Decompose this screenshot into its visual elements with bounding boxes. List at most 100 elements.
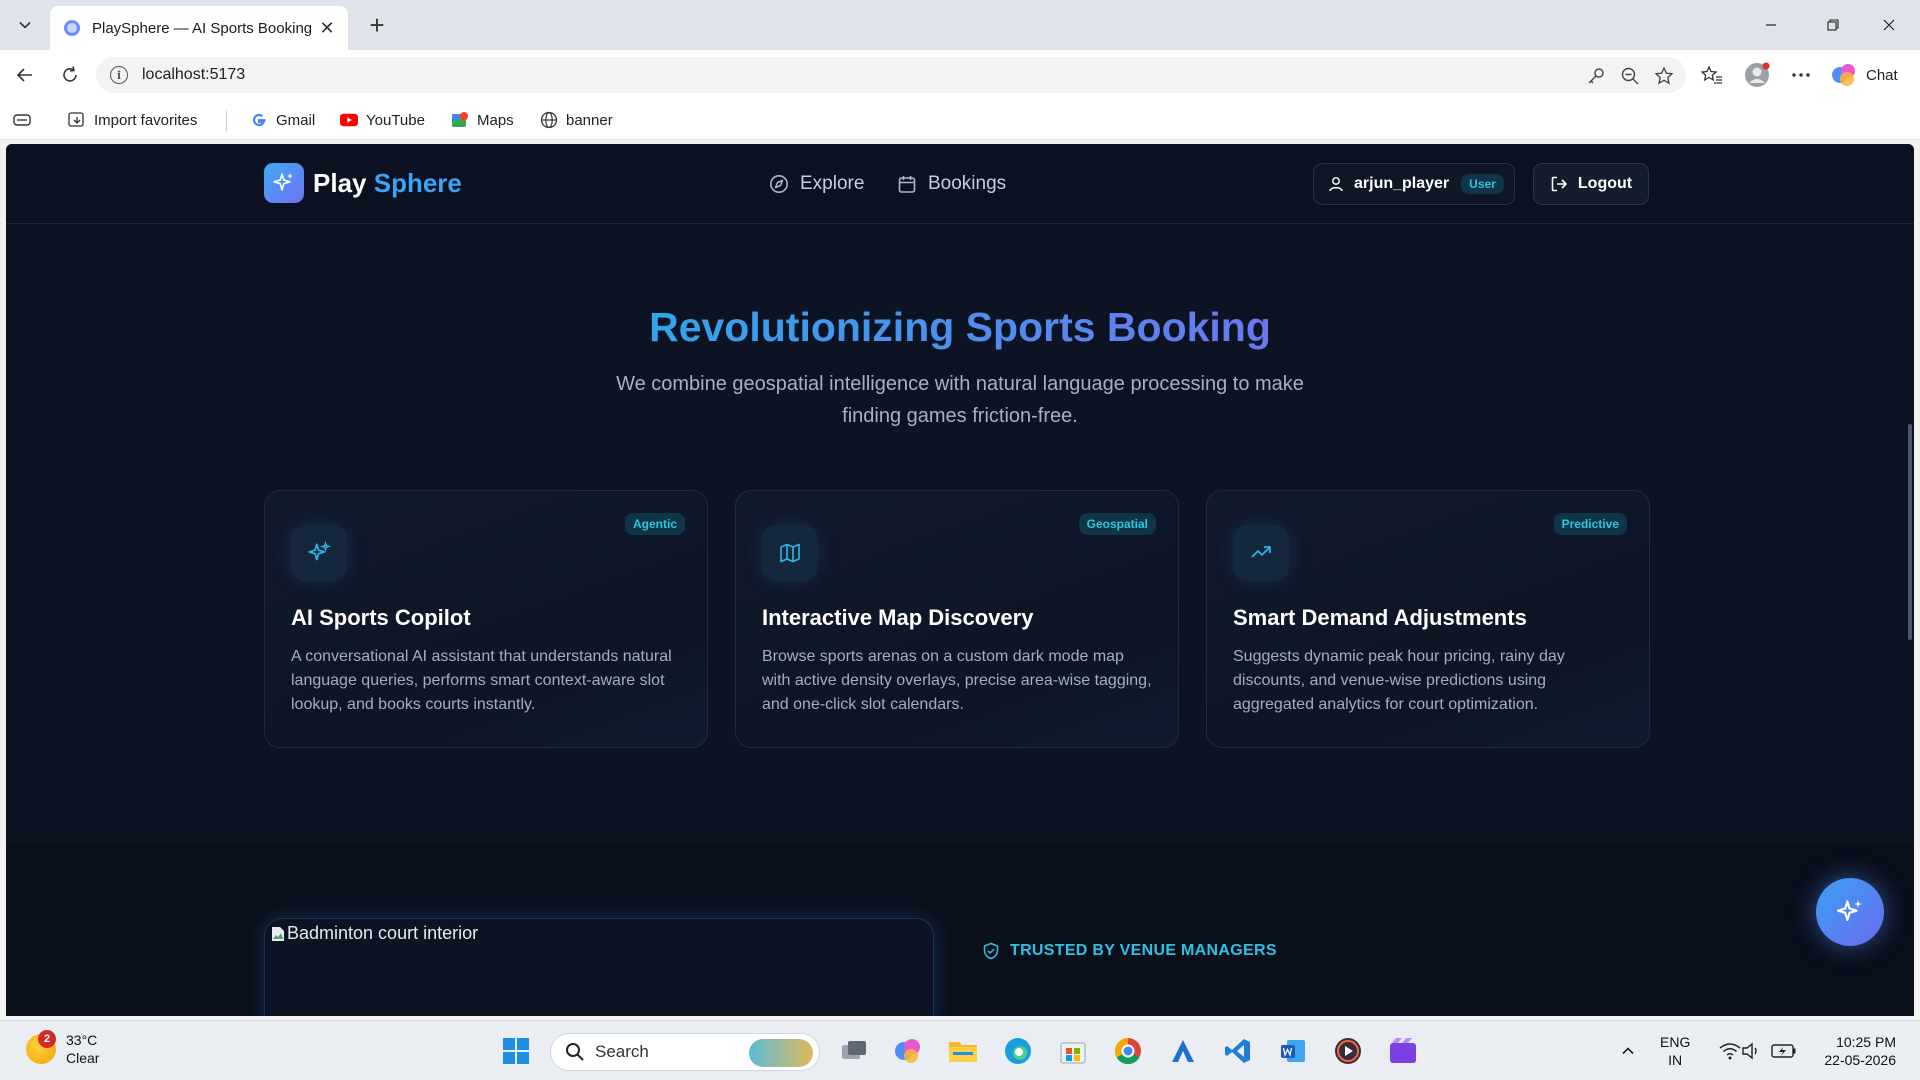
username: arjun_player: [1354, 175, 1450, 192]
bookmark-banner[interactable]: banner: [540, 109, 613, 131]
back-button[interactable]: [10, 60, 40, 90]
media-player-button[interactable]: [1330, 1033, 1366, 1069]
browser-tab-active[interactable]: PlaySphere — AI Sports Booking ✕: [50, 6, 348, 50]
profile-button[interactable]: [1742, 60, 1772, 90]
word-button[interactable]: [1275, 1033, 1311, 1069]
chrome-button[interactable]: [1110, 1033, 1146, 1069]
bookmark-apps-button[interactable]: [12, 109, 32, 131]
notification-badge: 2: [38, 1030, 56, 1048]
arch-app-button[interactable]: [1165, 1033, 1201, 1069]
tab-actions-icon: [13, 114, 31, 126]
tab-actions-menu-button[interactable]: [10, 10, 40, 40]
bookmark-label: YouTube: [366, 111, 425, 129]
url-text[interactable]: localhost:5173: [142, 66, 245, 84]
favorites-button[interactable]: [1697, 60, 1727, 90]
weather-text: 33°C Clear: [66, 1031, 99, 1067]
vscode-icon: [1225, 1039, 1250, 1063]
word-icon: [1281, 1040, 1305, 1062]
volume-status[interactable]: [1734, 1033, 1770, 1069]
new-tab-button[interactable]: +: [362, 10, 392, 40]
bookmark-youtube[interactable]: YouTube: [340, 109, 425, 131]
bookmarks-bar: Import favorites Gmail YouTube Maps bann…: [0, 100, 1920, 140]
play-circle-icon: [1335, 1038, 1361, 1064]
copilot-chat-button[interactable]: Chat: [1830, 58, 1898, 92]
bookmark-gmail[interactable]: Gmail: [250, 109, 315, 131]
copilot-app-button[interactable]: [890, 1033, 926, 1069]
card-badge: Predictive: [1553, 513, 1627, 535]
card-badge: Geospatial: [1078, 513, 1156, 535]
page-scrollbar[interactable]: [1908, 424, 1912, 640]
folder-icon: [949, 1042, 977, 1062]
task-view-icon: [842, 1041, 866, 1059]
search-placeholder: Search: [595, 1042, 649, 1061]
edge-icon: [1005, 1038, 1031, 1064]
battery-status[interactable]: [1766, 1033, 1802, 1069]
nav-bookings-label: Bookings: [928, 173, 1007, 194]
start-button[interactable]: [498, 1033, 534, 1069]
file-explorer-button[interactable]: [945, 1033, 981, 1069]
show-hidden-icons-button[interactable]: [1610, 1033, 1646, 1069]
card-description: Suggests dynamic peak hour pricing, rain…: [1233, 648, 1565, 713]
tab-close-button[interactable]: ✕: [316, 17, 338, 39]
settings-more-button[interactable]: [1786, 60, 1816, 90]
clipchamp-button[interactable]: [1385, 1033, 1421, 1069]
weather-condition: Clear: [66, 1050, 100, 1066]
sparkles-logo-icon: [273, 173, 293, 191]
key-icon[interactable]: [1584, 66, 1608, 86]
clipchamp-icon: [1390, 1038, 1416, 1063]
temperature: 33°C: [66, 1032, 98, 1048]
battery-charging-icon: [1771, 1044, 1796, 1058]
search-highlight-image: [749, 1039, 813, 1067]
trusted-section: Badminton court interior TRUSTED BY VENU…: [6, 842, 1914, 1016]
site-info-icon[interactable]: i: [110, 66, 128, 84]
google-g-icon: [250, 111, 268, 129]
store-icon: [1060, 1042, 1086, 1064]
favorite-star-icon[interactable]: [1652, 66, 1676, 86]
feature-card-ai-copilot[interactable]: Agentic AI Sports Copilot A conversation…: [264, 490, 708, 748]
zoom-out-icon[interactable]: [1618, 66, 1642, 86]
search-icon: [565, 1042, 585, 1062]
ai-copilot-fab-button[interactable]: [1816, 878, 1884, 946]
user-menu[interactable]: arjun_player User: [1313, 163, 1515, 205]
language-indicator[interactable]: ENG IN: [1660, 1033, 1690, 1069]
brand-logo[interactable]: Play Sphere: [313, 168, 462, 199]
bookmark-maps[interactable]: Maps: [451, 109, 514, 131]
feature-card-map-discovery[interactable]: Geospatial Interactive Map Discovery Bro…: [735, 490, 1179, 748]
globe-icon: [540, 111, 558, 129]
trending-up-icon: [1233, 525, 1289, 581]
restore-button[interactable]: [1810, 10, 1856, 40]
nav-bookings[interactable]: Bookings: [896, 170, 1006, 198]
import-icon: [68, 111, 86, 129]
map-icon: [762, 525, 818, 581]
feature-card-demand-adjustments[interactable]: Predictive Smart Demand Adjustments Sugg…: [1206, 490, 1650, 748]
ms-store-button[interactable]: [1055, 1033, 1091, 1069]
minimize-icon: [1766, 24, 1776, 26]
system-clock[interactable]: 10:25 PM 22-05-2026: [1820, 1033, 1896, 1069]
language-code: ENG: [1660, 1034, 1691, 1050]
refresh-button[interactable]: [55, 60, 85, 90]
card-title: Interactive Map Discovery: [762, 605, 1034, 630]
copilot-icon: [1832, 64, 1855, 86]
more-dots-icon: [1792, 73, 1810, 77]
minimize-button[interactable]: [1748, 10, 1794, 40]
nav-explore[interactable]: Explore: [768, 170, 864, 198]
logout-button[interactable]: Logout: [1533, 163, 1649, 205]
shield-check-icon: [982, 942, 1000, 960]
logo-mark[interactable]: [264, 163, 304, 203]
weather-widget[interactable]: 2 33°C Clear: [26, 1030, 99, 1067]
address-bar[interactable]: i localhost:5173: [96, 57, 1686, 93]
taskbar-search[interactable]: Search: [550, 1033, 820, 1071]
vscode-button[interactable]: [1220, 1033, 1256, 1069]
edge-browser-button[interactable]: [1000, 1033, 1036, 1069]
youtube-icon: [340, 111, 358, 129]
close-window-button[interactable]: [1866, 10, 1912, 40]
bookmark-separator: [226, 111, 227, 131]
sparkles-icon: [1836, 900, 1862, 922]
chrome-icon: [1114, 1037, 1141, 1065]
court-image-frame: Badminton court interior: [264, 918, 934, 1016]
task-view-button[interactable]: [836, 1033, 872, 1069]
chat-label: Chat: [1866, 66, 1898, 84]
web-page: Play Sphere Explore Bookings arjun_playe…: [6, 144, 1914, 1016]
bookmark-import-favorites[interactable]: Import favorites: [68, 109, 197, 131]
region-code: IN: [1668, 1052, 1683, 1068]
